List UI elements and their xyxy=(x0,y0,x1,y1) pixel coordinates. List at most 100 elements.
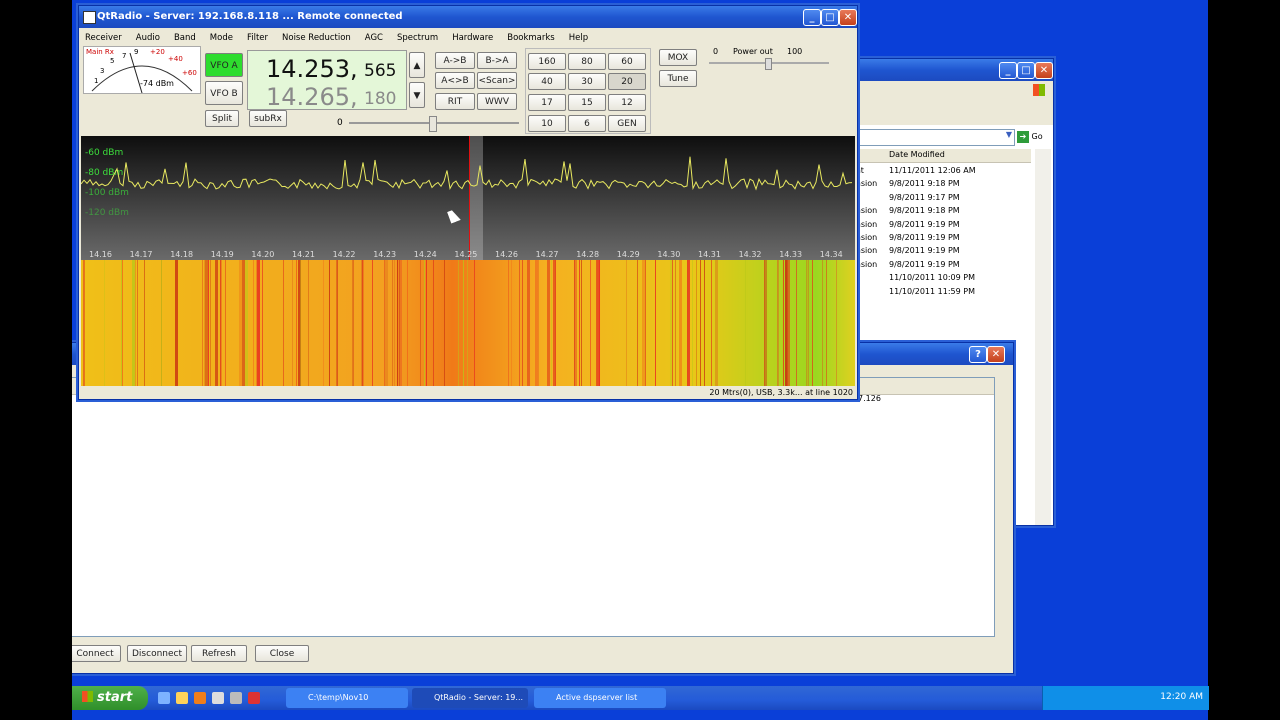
split-button[interactable]: Split xyxy=(205,110,239,127)
explorer-scrollbar[interactable] xyxy=(1035,149,1051,525)
waterfall-signal xyxy=(225,260,226,386)
band-30-button[interactable]: 30 xyxy=(568,73,606,90)
taskbar-item-qtradio[interactable]: QtRadio - Server: 19... xyxy=(412,688,528,708)
list-item[interactable]: nt9/8/2011 9:17 PM xyxy=(843,191,1043,204)
ie-icon[interactable] xyxy=(158,692,170,704)
band-gen-button[interactable]: GEN xyxy=(608,115,646,132)
vfo-b-frequency-hz[interactable]: 180 xyxy=(364,89,396,109)
list-item[interactable]: ment11/11/2011 12:06 AM xyxy=(843,164,1043,177)
vfo-b-frequency[interactable]: 14.265, xyxy=(266,83,358,111)
help-button[interactable]: ? xyxy=(969,346,987,363)
band-20-button[interactable]: 20 xyxy=(608,73,646,90)
waterfall-signal xyxy=(296,260,297,386)
vfo-b-button[interactable]: VFO B xyxy=(205,81,243,105)
taskbar-item-server-list[interactable]: Active dspserver list xyxy=(534,688,666,708)
maximize-button[interactable]: □ xyxy=(1017,62,1035,79)
date-modified-header[interactable]: Date Modified xyxy=(889,150,945,159)
minimize-button[interactable]: _ xyxy=(999,62,1017,79)
power-slider-handle[interactable] xyxy=(765,58,772,70)
explorer-titlebar: _ □ ✕ xyxy=(843,59,1053,81)
close-button[interactable]: ✕ xyxy=(1035,62,1053,79)
clock[interactable]: 12:20 AM xyxy=(1160,692,1203,702)
meter-tick: 1 xyxy=(94,77,99,85)
band-160-button[interactable]: 160 xyxy=(528,53,566,70)
tuning-slider[interactable] xyxy=(349,116,519,132)
waterfall-signal xyxy=(579,260,580,386)
list-item[interactable]: xtension 9/8/2011 9:19 PM xyxy=(843,231,1043,244)
b-to-a-button[interactable]: B->A xyxy=(477,52,517,69)
tune-button[interactable]: Tune xyxy=(659,70,697,87)
list-item[interactable]: xtension 9/8/2011 9:19 PM xyxy=(843,258,1043,271)
rit-button[interactable]: RIT xyxy=(435,93,475,110)
menu-hardware[interactable]: Hardware xyxy=(452,33,493,43)
list-item[interactable]: 11/10/2011 10:09 PM xyxy=(843,271,1043,284)
connect-button[interactable]: Connect xyxy=(72,645,121,662)
a-to-b-button[interactable]: A->B xyxy=(435,52,475,69)
list-item[interactable]: 11/10/2011 11:59 PM xyxy=(843,285,1043,298)
band-6-button[interactable]: 6 xyxy=(568,115,606,132)
disconnect-button[interactable]: Disconnect xyxy=(127,645,187,662)
list-item[interactable]: xtension 9/8/2011 9:18 PM xyxy=(843,177,1043,190)
menu-spectrum[interactable]: Spectrum xyxy=(397,33,438,43)
minimize-button[interactable]: _ xyxy=(803,9,821,26)
waterfall-signal xyxy=(394,260,395,386)
vfo-a-frequency[interactable]: 14.253, xyxy=(266,55,358,83)
explorer-icon[interactable] xyxy=(176,692,188,704)
menu-help[interactable]: Help xyxy=(569,33,588,43)
vfo-a-frequency-hz[interactable]: 565 xyxy=(364,61,396,81)
wwv-button[interactable]: WWV xyxy=(477,93,517,110)
frequency-down-arrow-icon[interactable]: ▼ xyxy=(409,82,425,108)
power-slider[interactable] xyxy=(709,58,829,70)
go-button[interactable]: ➔ Go xyxy=(1017,130,1049,144)
band-60-button[interactable]: 60 xyxy=(608,53,646,70)
start-button[interactable]: start xyxy=(72,686,148,710)
list-item[interactable]: xtension 9/8/2011 9:18 PM xyxy=(843,204,1043,217)
list-item[interactable]: xtension 9/8/2011 9:19 PM xyxy=(843,244,1043,257)
s-meter: Main Rx 1 3 5 7 9 +20 +40 +60 -74 dBm xyxy=(83,46,201,94)
media-icon[interactable] xyxy=(212,692,224,704)
band-12-button[interactable]: 12 xyxy=(608,94,646,111)
vfo-a-button[interactable]: VFO A xyxy=(205,53,243,77)
menu-agc[interactable]: AGC xyxy=(365,33,383,43)
list-item[interactable]: xtension 9/8/2011 9:19 PM xyxy=(843,218,1043,231)
program-icon[interactable] xyxy=(230,692,242,704)
mox-button[interactable]: MOX xyxy=(659,49,697,66)
band-40-button[interactable]: 40 xyxy=(528,73,566,90)
menu-audio[interactable]: Audio xyxy=(136,33,160,43)
file-date: 9/8/2011 9:18 PM xyxy=(889,206,960,216)
menu-filter[interactable]: Filter xyxy=(247,33,268,43)
waterfall-signal xyxy=(778,260,779,386)
waterfall-signal xyxy=(329,260,330,386)
maximize-button[interactable]: □ xyxy=(821,9,839,26)
close-button[interactable]: ✕ xyxy=(987,346,1005,363)
firefox-icon[interactable] xyxy=(194,692,206,704)
address-bar[interactable]: ▼ xyxy=(843,129,1015,146)
band-80-button[interactable]: 80 xyxy=(568,53,606,70)
waterfall-signal xyxy=(590,260,591,386)
scan-button[interactable]: <Scan> xyxy=(477,72,517,89)
menu-band[interactable]: Band xyxy=(174,33,196,43)
band-15-button[interactable]: 15 xyxy=(568,94,606,111)
menu-bookmarks[interactable]: Bookmarks xyxy=(507,33,555,43)
spectrum-panadapter[interactable]: -60 dBm -80 dBm -100 dBm -120 dBm 14.16 1… xyxy=(81,136,855,260)
menu-mode[interactable]: Mode xyxy=(210,33,233,43)
menu-receiver[interactable]: Receiver xyxy=(85,33,122,43)
slider-handle[interactable] xyxy=(429,116,437,132)
band-17-button[interactable]: 17 xyxy=(528,94,566,111)
refresh-button[interactable]: Refresh xyxy=(191,645,247,662)
close-button[interactable]: ✕ xyxy=(839,9,857,26)
chevron-down-icon[interactable]: ▼ xyxy=(1006,130,1012,139)
band-10-button[interactable]: 10 xyxy=(528,115,566,132)
a-swap-b-button[interactable]: A<>B xyxy=(435,72,475,89)
waterfall-display[interactable] xyxy=(81,260,855,386)
taskbar-item-folder[interactable]: C:\temp\Nov10 xyxy=(286,688,408,708)
subrx-button[interactable]: subRx xyxy=(249,110,287,127)
file-date: 9/8/2011 9:19 PM xyxy=(889,219,960,229)
column-header[interactable]: Date Modified xyxy=(843,149,1031,163)
frequency-up-arrow-icon[interactable]: ▲ xyxy=(409,52,425,78)
menu-noise-reduction[interactable]: Noise Reduction xyxy=(282,33,351,43)
close-dialog-button[interactable]: Close xyxy=(255,645,309,662)
pdf-icon[interactable] xyxy=(248,692,260,704)
waterfall-signal xyxy=(679,260,682,386)
waterfall-signal xyxy=(826,260,827,386)
